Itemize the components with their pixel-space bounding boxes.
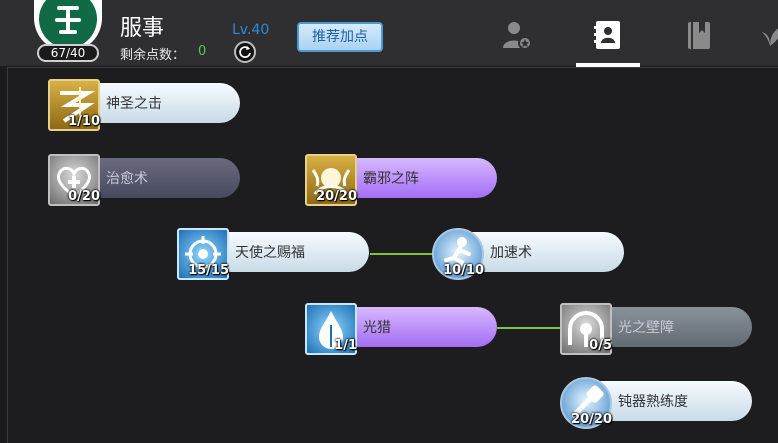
skill-node[interactable]: 霸邪之阵 20/20 (305, 154, 505, 206)
light-barrier-icon: 0/5 (560, 303, 612, 355)
skill-name: 加速术 (490, 245, 532, 261)
speed-up-runner-icon: 10/10 (432, 228, 484, 280)
contacts-book-icon (594, 21, 620, 49)
tab-plant[interactable] (762, 18, 778, 52)
skill-level: 15/15 (188, 263, 229, 278)
character-icon (503, 22, 532, 50)
skill-node[interactable]: 光之壁障 0/5 (560, 303, 760, 355)
skill-node[interactable]: 钝器熟练度 20/20 (560, 377, 760, 429)
book-icon (688, 22, 710, 49)
recommend-points-button[interactable]: 推荐加点 (297, 22, 383, 52)
skill-node[interactable]: 天使之赐福 15/15 (177, 228, 377, 280)
skill-level: 0/5 (589, 338, 612, 353)
skill-level: 20/20 (571, 412, 612, 427)
character-name: 服事 (120, 16, 165, 41)
skill-level: 1/10 (68, 114, 100, 129)
skill-name: 光猎 (363, 320, 391, 336)
heal-heart-icon: 0/20 (48, 154, 100, 206)
skill-node[interactable]: 神圣之击 1/10 (48, 79, 248, 131)
skill-name: 光之壁障 (618, 320, 674, 336)
skill-name: 神圣之击 (106, 96, 162, 112)
skill-name: 钝器熟练度 (618, 394, 688, 410)
skill-level: 20/20 (316, 189, 357, 204)
skill-level: 1/1 (334, 338, 357, 353)
skill-connector (370, 253, 434, 255)
skill-connector (497, 327, 561, 329)
skill-name: 治愈术 (106, 171, 148, 187)
skill-node[interactable]: 加速术 10/10 (432, 228, 632, 280)
angel-blessing-icon: 15/15 (177, 228, 229, 280)
skill-level: 0/20 (68, 189, 100, 204)
holy-strike-icon: 1/10 (48, 79, 100, 131)
priest-class-icon (55, 6, 81, 34)
tab-book[interactable] (682, 18, 716, 52)
refresh-icon[interactable] (234, 41, 256, 63)
tab-skills[interactable] (591, 18, 625, 52)
skill-level: 10/10 (443, 263, 484, 278)
top-bar (0, 0, 778, 66)
class-points: 67/40 (37, 44, 99, 62)
remaining-points-label: 剩余点数： (120, 48, 186, 63)
character-level: Lv.40 (232, 22, 270, 38)
light-hunt-drop-icon: 1/1 (305, 303, 357, 355)
tab-character[interactable] (500, 18, 534, 52)
skill-name: 天使之赐福 (235, 245, 305, 261)
remaining-points-value: 0 (198, 44, 207, 59)
skill-name: 霸邪之阵 (363, 171, 419, 187)
plant-icon (762, 28, 778, 46)
skill-node[interactable]: 治愈术 0/20 (48, 154, 248, 206)
blunt-weapon-mastery-icon: 20/20 (560, 377, 612, 429)
skill-node[interactable]: 光猎 1/1 (305, 303, 505, 355)
evil-ward-array-icon: 20/20 (305, 154, 357, 206)
